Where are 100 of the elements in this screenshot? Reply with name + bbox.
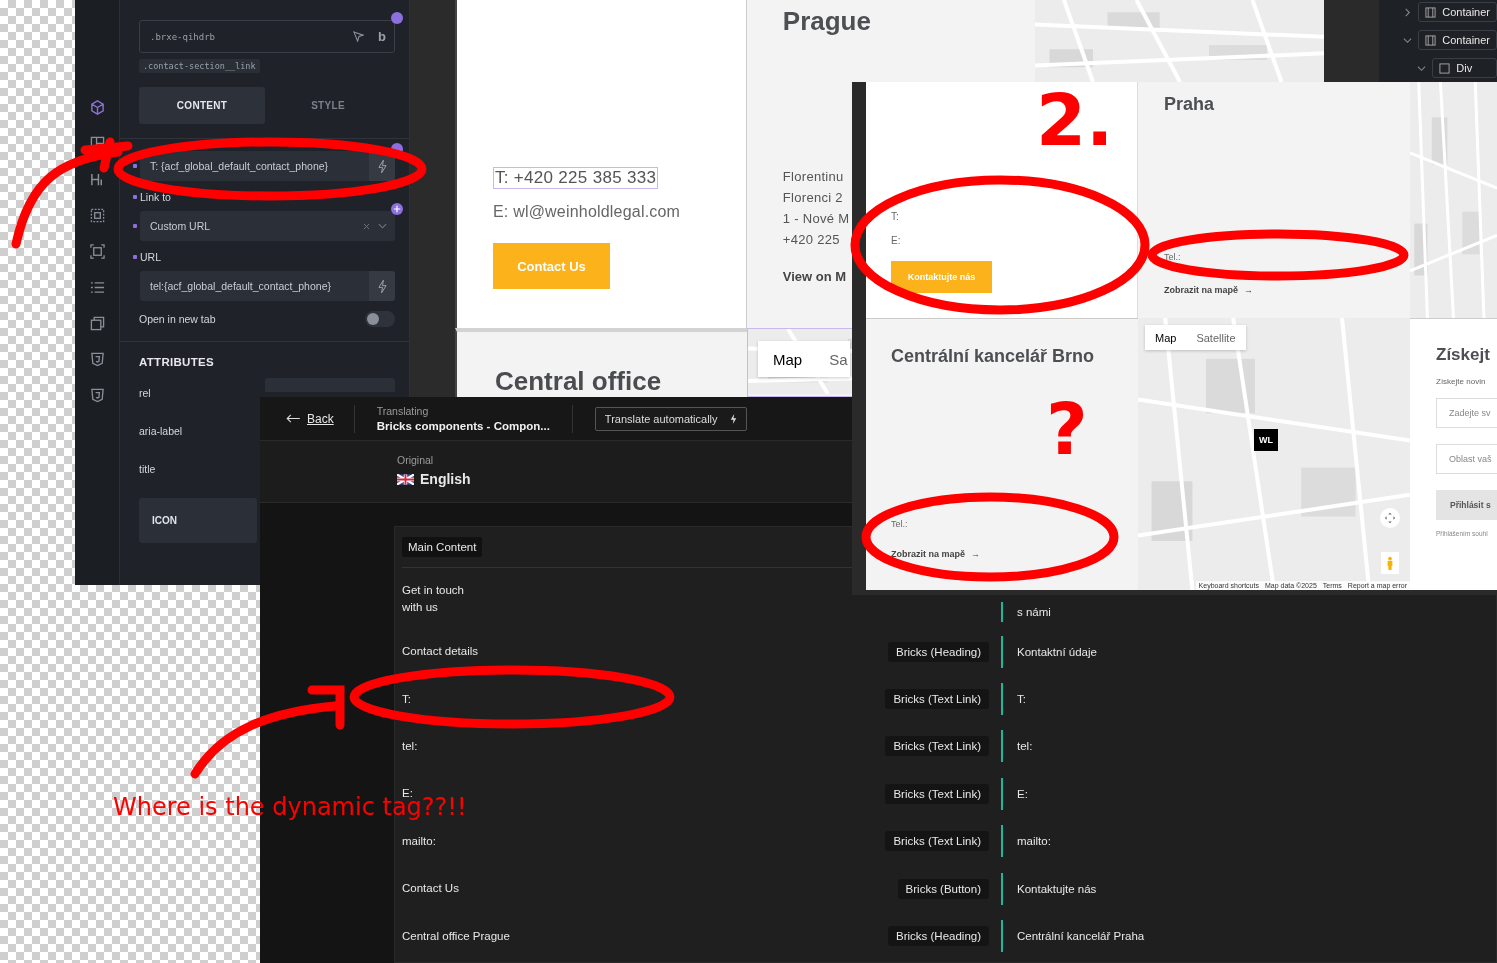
chevron-down-icon[interactable] xyxy=(1403,35,1413,45)
phone-label: Tel.: xyxy=(891,519,908,529)
subscribe-button[interactable]: Přihlásit s xyxy=(1436,490,1497,520)
newsletter-heading: Získejt xyxy=(1436,345,1491,365)
map-type-tab[interactable]: Sa xyxy=(817,341,850,377)
office-heading: Central office xyxy=(495,366,662,396)
frame-icon xyxy=(1425,34,1437,46)
source-text: T: xyxy=(402,691,412,707)
plus-badge-icon[interactable] xyxy=(391,203,403,215)
cube-icon[interactable] xyxy=(89,100,105,115)
bricks-badge[interactable]: b xyxy=(378,29,386,44)
shield-icon[interactable] xyxy=(89,352,105,367)
cursor-icon[interactable] xyxy=(353,31,365,42)
layers-icon[interactable] xyxy=(89,316,105,331)
chevron-down-icon[interactable] xyxy=(378,223,387,229)
frame-icon xyxy=(1439,62,1451,74)
panel-tab[interactable]: STYLE xyxy=(265,87,391,124)
source-text: Get in touch with us xyxy=(402,583,465,615)
flag-icon xyxy=(397,473,414,485)
text-field[interactable]: T: {acf_global_default_contact_phone} xyxy=(140,151,395,181)
section-title: ATTRIBUTES xyxy=(139,356,215,368)
attribute-label: aria-label xyxy=(139,425,183,437)
translated-text[interactable]: mailto: xyxy=(1017,835,1489,848)
annotation-mark: 2. xyxy=(1036,84,1114,156)
source-text: mailto: xyxy=(402,833,437,849)
address-line: +420 225 xyxy=(782,232,840,247)
shield-icon[interactable] xyxy=(89,388,105,403)
translated-text[interactable]: Kontaktní údaje xyxy=(1017,645,1489,658)
field-value: T: {acf_global_default_contact_phone} xyxy=(150,160,330,172)
structure-item[interactable]: Div xyxy=(1432,58,1497,78)
map-link[interactable]: Zobrazit na mapě → xyxy=(891,549,980,559)
email-label: E: xyxy=(891,235,901,246)
heading-icon[interactable] xyxy=(89,172,105,187)
attribute-label: rel xyxy=(139,387,151,399)
source-text: Central office Prague xyxy=(402,928,511,944)
translated-text[interactable]: tel: xyxy=(1017,740,1489,753)
frame-icon xyxy=(1425,6,1437,18)
newsletter-text: Získejte novin xyxy=(1436,377,1487,386)
map-link[interactable]: Zobrazit na mapě → xyxy=(1164,285,1253,295)
map-link[interactable]: View on M xyxy=(782,269,847,284)
source-text: Contact details xyxy=(402,644,480,660)
field-label: URL xyxy=(140,251,161,263)
element-type-tag: Bricks (Heading) xyxy=(888,926,989,947)
source-text: tel: xyxy=(402,738,419,754)
chevron-right-icon[interactable] xyxy=(1403,7,1413,17)
address-line: Florentinu xyxy=(782,169,844,184)
arrow-left-icon xyxy=(286,414,301,423)
chevron-down-icon[interactable] xyxy=(1417,63,1427,73)
translated-text[interactable]: E: xyxy=(1017,787,1489,800)
document-title: Bricks components - Compon... xyxy=(376,420,550,432)
field-label: Link to xyxy=(140,191,171,203)
source-text: Contact Us xyxy=(402,881,460,897)
annotation-mark: ? xyxy=(1046,393,1088,465)
structure-item[interactable]: Container xyxy=(1418,30,1497,50)
clear-icon[interactable] xyxy=(363,222,370,230)
phone-label: T: xyxy=(891,211,899,222)
element-type-tag: Bricks (Text Link) xyxy=(885,736,989,757)
class-tag[interactable]: .contact-section__link xyxy=(139,59,260,73)
element-type-tag: Bricks (Button) xyxy=(897,878,989,899)
structure-item[interactable]: Container xyxy=(1418,2,1497,22)
frame-icon[interactable] xyxy=(89,208,105,223)
toggle-switch[interactable] xyxy=(365,311,395,327)
address-line: 1 - Nové M xyxy=(782,211,850,226)
class-name: .brxe-qihdrb xyxy=(150,31,217,42)
attribute-label: title xyxy=(139,463,156,475)
translated-text[interactable]: T: xyxy=(1017,693,1489,706)
url-field[interactable]: tel:{acf_global_default_contact_phone} xyxy=(140,271,395,301)
element-type-tag: Bricks (Text Link) xyxy=(885,783,989,804)
translate-button[interactable]: Translate automatically xyxy=(594,406,747,431)
translated-text[interactable]: s námi xyxy=(1017,606,1489,618)
input-field[interactable]: Zadejte sv xyxy=(1436,398,1497,428)
class-field[interactable]: .brxe-qihdrb b xyxy=(139,20,395,53)
phone-link[interactable]: T: +420 225 385 333 xyxy=(493,167,659,189)
lightning-icon[interactable] xyxy=(377,159,387,173)
address-line: Florenci 2 xyxy=(782,190,843,205)
phone-label: Tel.: xyxy=(1164,252,1181,262)
list-icon[interactable] xyxy=(89,280,105,295)
element-type-tag: Bricks (Text Link) xyxy=(885,831,989,852)
panel-tab[interactable]: CONTENT xyxy=(139,87,265,124)
link-select[interactable]: Custom URL xyxy=(140,211,395,241)
lightning-icon xyxy=(729,413,737,424)
lightning-icon[interactable] xyxy=(377,279,387,293)
language-name: English xyxy=(420,471,471,487)
translating-label: Translating xyxy=(376,405,430,417)
icon-section[interactable]: ICON xyxy=(139,498,257,543)
toggle-label: Open in new tab xyxy=(139,313,216,325)
translated-text[interactable]: Kontaktujte nás xyxy=(1017,882,1489,895)
back-link[interactable]: Back xyxy=(260,411,354,426)
square-icon[interactable] xyxy=(89,244,105,259)
office-heading: Praha xyxy=(1164,94,1215,115)
original-label: Original xyxy=(397,454,434,466)
map-type-tab[interactable]: Map xyxy=(758,341,818,377)
source-text: E: xyxy=(402,786,413,800)
translated-text[interactable]: Centrální kancelář Praha xyxy=(1017,930,1489,943)
office-heading: Prague xyxy=(782,6,872,37)
email-link[interactable]: E: wl@weinholdlegal.com xyxy=(493,203,746,221)
input-field[interactable]: Oblast vaš xyxy=(1436,444,1497,474)
section-title: ICON xyxy=(152,515,177,526)
field-value: tel:{acf_global_default_contact_phone} xyxy=(150,280,332,292)
element-type-tag: Bricks (Heading) xyxy=(888,641,989,662)
